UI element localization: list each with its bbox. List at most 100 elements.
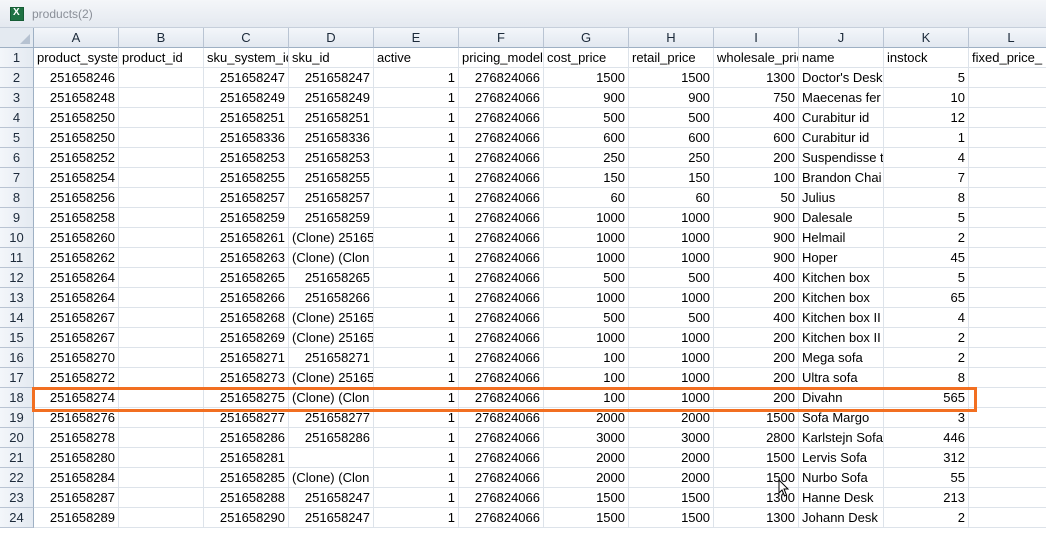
data-cell-j[interactable]: Kitchen box II [799, 328, 884, 348]
column-header-b[interactable]: B [119, 28, 204, 48]
data-cell-d[interactable]: 251658255 [289, 168, 374, 188]
header-cell-d[interactable]: sku_id [289, 48, 374, 68]
data-cell-a[interactable]: 251658274 [34, 388, 119, 408]
data-cell-e[interactable]: 1 [374, 188, 459, 208]
data-cell-j[interactable]: Suspendisse t [799, 148, 884, 168]
data-cell-b[interactable] [119, 468, 204, 488]
column-header-h[interactable]: H [629, 28, 714, 48]
data-cell-k[interactable]: 5 [884, 68, 969, 88]
data-cell-a[interactable]: 251658272 [34, 368, 119, 388]
data-cell-b[interactable] [119, 328, 204, 348]
data-cell-e[interactable]: 1 [374, 228, 459, 248]
data-cell-d[interactable]: 251658253 [289, 148, 374, 168]
data-cell-l[interactable] [969, 168, 1046, 188]
column-header-a[interactable]: A [34, 28, 119, 48]
data-cell-c[interactable]: 251658273 [204, 368, 289, 388]
data-cell-h[interactable]: 600 [629, 128, 714, 148]
data-cell-b[interactable] [119, 88, 204, 108]
data-cell-c[interactable]: 251658281 [204, 448, 289, 468]
row-header[interactable]: 24 [0, 508, 34, 528]
data-cell-d[interactable]: (Clone) 25165 [289, 328, 374, 348]
column-header-g[interactable]: G [544, 28, 629, 48]
data-cell-b[interactable] [119, 128, 204, 148]
data-cell-g[interactable]: 60 [544, 188, 629, 208]
data-cell-e[interactable]: 1 [374, 368, 459, 388]
data-cell-a[interactable]: 251658246 [34, 68, 119, 88]
data-cell-f[interactable]: 276824066 [459, 488, 544, 508]
data-cell-f[interactable]: 276824066 [459, 448, 544, 468]
select-all-corner[interactable] [0, 28, 34, 48]
data-cell-j[interactable]: Maecenas fer [799, 88, 884, 108]
data-cell-i[interactable]: 50 [714, 188, 799, 208]
data-cell-c[interactable]: 251658336 [204, 128, 289, 148]
data-cell-k[interactable]: 312 [884, 448, 969, 468]
data-cell-e[interactable]: 1 [374, 268, 459, 288]
data-cell-j[interactable]: Divahn [799, 388, 884, 408]
data-cell-j[interactable]: Ultra sofa [799, 368, 884, 388]
data-cell-d[interactable]: 251658266 [289, 288, 374, 308]
column-header-e[interactable]: E [374, 28, 459, 48]
row-header[interactable]: 14 [0, 308, 34, 328]
data-cell-c[interactable]: 251658265 [204, 268, 289, 288]
data-cell-d[interactable]: (Clone) 25165 [289, 368, 374, 388]
data-cell-g[interactable]: 1000 [544, 328, 629, 348]
row-header[interactable]: 10 [0, 228, 34, 248]
data-cell-e[interactable]: 1 [374, 348, 459, 368]
data-cell-k[interactable]: 7 [884, 168, 969, 188]
data-cell-j[interactable]: Doctor's Desk [799, 68, 884, 88]
data-cell-b[interactable] [119, 68, 204, 88]
data-cell-g[interactable]: 500 [544, 268, 629, 288]
row-header[interactable]: 5 [0, 128, 34, 148]
data-cell-g[interactable]: 500 [544, 108, 629, 128]
data-cell-d[interactable]: 251658259 [289, 208, 374, 228]
data-cell-d[interactable]: (Clone) 25165 [289, 228, 374, 248]
data-cell-k[interactable]: 5 [884, 208, 969, 228]
column-header-l[interactable]: L [969, 28, 1046, 48]
data-cell-e[interactable]: 1 [374, 448, 459, 468]
data-cell-f[interactable]: 276824066 [459, 388, 544, 408]
header-cell-g[interactable]: cost_price [544, 48, 629, 68]
data-cell-h[interactable]: 2000 [629, 468, 714, 488]
data-cell-e[interactable]: 1 [374, 288, 459, 308]
data-cell-j[interactable]: Kitchen box [799, 288, 884, 308]
data-cell-d[interactable]: 251658336 [289, 128, 374, 148]
data-cell-d[interactable]: 251658286 [289, 428, 374, 448]
column-header-f[interactable]: F [459, 28, 544, 48]
data-cell-c[interactable]: 251658261 [204, 228, 289, 248]
data-cell-l[interactable] [969, 108, 1046, 128]
data-cell-g[interactable]: 1000 [544, 208, 629, 228]
data-cell-b[interactable] [119, 208, 204, 228]
data-cell-d[interactable]: (Clone) (Clon [289, 468, 374, 488]
data-cell-b[interactable] [119, 388, 204, 408]
data-cell-i[interactable]: 1500 [714, 448, 799, 468]
data-cell-b[interactable] [119, 488, 204, 508]
data-cell-l[interactable] [969, 448, 1046, 468]
column-header-c[interactable]: C [204, 28, 289, 48]
data-cell-c[interactable]: 251658266 [204, 288, 289, 308]
header-cell-l[interactable]: fixed_price_ [969, 48, 1046, 68]
data-cell-k[interactable]: 3 [884, 408, 969, 428]
row-header[interactable]: 19 [0, 408, 34, 428]
data-cell-h[interactable]: 2000 [629, 448, 714, 468]
data-cell-i[interactable]: 400 [714, 308, 799, 328]
data-cell-j[interactable]: Julius [799, 188, 884, 208]
data-cell-f[interactable]: 276824066 [459, 128, 544, 148]
data-cell-k[interactable]: 4 [884, 148, 969, 168]
data-cell-h[interactable]: 1000 [629, 368, 714, 388]
header-cell-j[interactable]: name [799, 48, 884, 68]
row-header[interactable]: 16 [0, 348, 34, 368]
row-header[interactable]: 2 [0, 68, 34, 88]
data-cell-k[interactable]: 446 [884, 428, 969, 448]
row-header[interactable]: 12 [0, 268, 34, 288]
data-cell-h[interactable]: 1000 [629, 388, 714, 408]
data-cell-i[interactable]: 900 [714, 228, 799, 248]
data-cell-l[interactable] [969, 188, 1046, 208]
row-header[interactable]: 1 [0, 48, 34, 68]
data-cell-j[interactable]: Curabitur id [799, 108, 884, 128]
data-cell-i[interactable]: 900 [714, 248, 799, 268]
data-cell-h[interactable]: 1500 [629, 508, 714, 528]
data-cell-f[interactable]: 276824066 [459, 228, 544, 248]
data-cell-l[interactable] [969, 68, 1046, 88]
data-cell-a[interactable]: 251658284 [34, 468, 119, 488]
data-cell-c[interactable]: 251658253 [204, 148, 289, 168]
